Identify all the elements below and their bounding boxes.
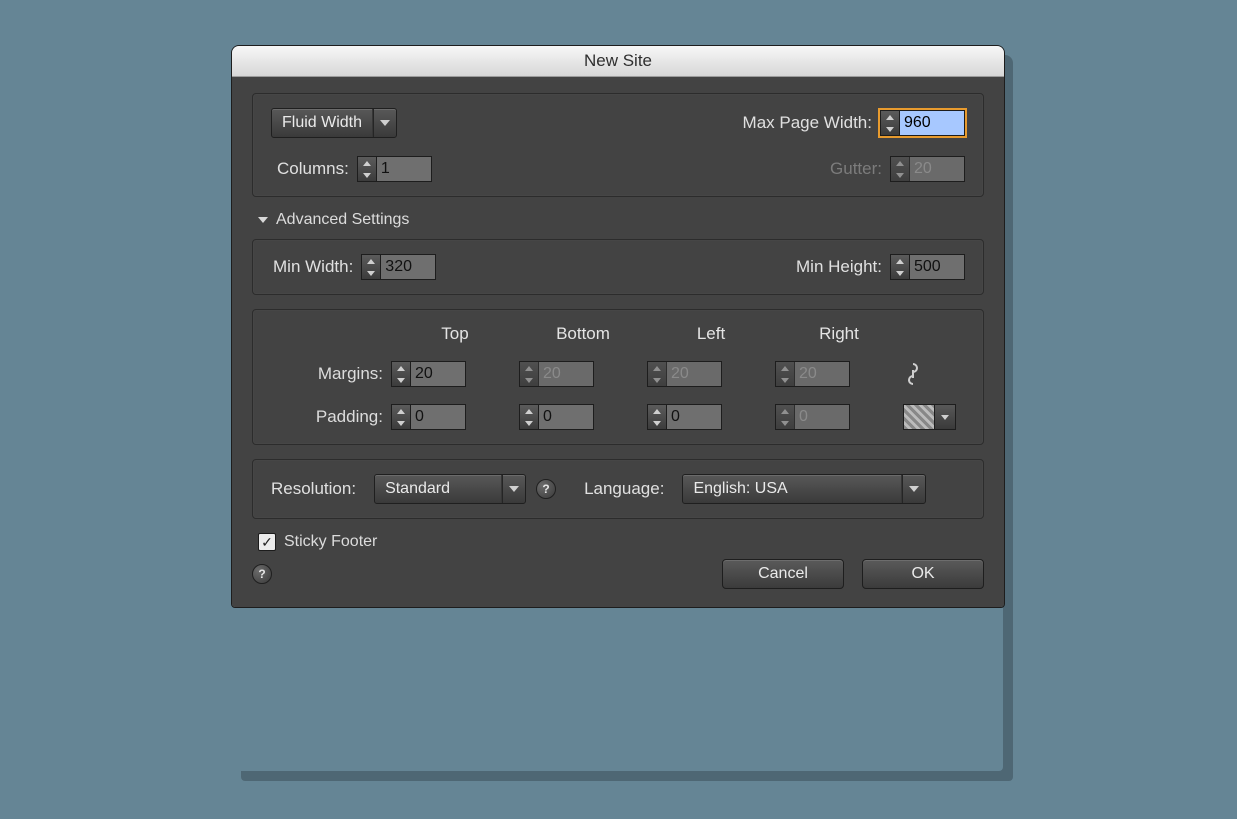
- resolution-label: Resolution:: [271, 479, 356, 499]
- cancel-button[interactable]: Cancel: [722, 559, 844, 589]
- col-top: Top: [391, 324, 519, 344]
- min-width-stepper[interactable]: 320: [361, 254, 436, 280]
- min-width-label: Min Width:: [273, 257, 353, 277]
- dialog-body: Fluid Width Max Page Width: 960 Columns:: [232, 77, 1004, 607]
- width-mode-dropdown[interactable]: Fluid Width: [271, 108, 397, 138]
- hatch-swatch-icon: [904, 405, 935, 429]
- dialog-help-icon[interactable]: ?: [252, 564, 272, 584]
- advanced-settings-toggle[interactable]: Advanced Settings: [258, 211, 984, 229]
- new-site-dialog: New Site Fluid Width Max Page Width: 960: [231, 45, 1005, 608]
- advanced-settings-label: Advanced Settings: [276, 211, 409, 229]
- stepper-arrows-icon[interactable]: [891, 255, 910, 279]
- sticky-footer-label: Sticky Footer: [284, 533, 377, 551]
- disclosure-triangle-icon: [258, 217, 268, 223]
- padding-fill-swatch[interactable]: [903, 404, 956, 430]
- margin-top-stepper[interactable]: 20: [391, 361, 466, 387]
- margins-padding-panel: Top Bottom Left Right Margins: 20 20 20 …: [252, 309, 984, 445]
- margin-bottom-stepper: 20: [519, 361, 594, 387]
- gutter-value: 20: [910, 157, 964, 181]
- dialog-title: New Site: [232, 46, 1004, 77]
- col-right: Right: [775, 324, 903, 344]
- checkbox-icon: ✓: [258, 533, 276, 551]
- stepper-arrows-icon: [891, 157, 910, 181]
- stepper-arrows-icon[interactable]: [358, 157, 377, 181]
- language-label: Language:: [584, 479, 664, 499]
- chevron-down-icon: [903, 486, 925, 492]
- padding-label: Padding:: [271, 407, 391, 427]
- col-bottom: Bottom: [519, 324, 647, 344]
- resolution-language-panel: Resolution: Standard ? Language: English…: [252, 459, 984, 519]
- layout-panel: Fluid Width Max Page Width: 960 Columns:: [252, 93, 984, 197]
- min-height-value[interactable]: 500: [910, 255, 964, 279]
- resolution-help-icon[interactable]: ?: [536, 479, 556, 499]
- stepper-arrows-icon[interactable]: [362, 255, 381, 279]
- columns-label: Columns:: [277, 159, 349, 179]
- margins-label: Margins:: [271, 364, 391, 384]
- width-mode-label: Fluid Width: [272, 114, 372, 132]
- margin-left-stepper: 20: [647, 361, 722, 387]
- chevron-down-icon: [374, 120, 396, 126]
- max-page-width-label: Max Page Width:: [743, 113, 872, 133]
- min-height-stepper[interactable]: 500: [890, 254, 965, 280]
- language-dropdown[interactable]: English: USA: [682, 474, 926, 504]
- resolution-dropdown[interactable]: Standard: [374, 474, 526, 504]
- max-page-width-value[interactable]: 960: [900, 111, 964, 135]
- columns-value[interactable]: 1: [377, 157, 431, 181]
- chevron-down-icon: [503, 486, 525, 492]
- padding-left-stepper[interactable]: 0: [647, 404, 722, 430]
- margin-right-stepper: 20: [775, 361, 850, 387]
- padding-right-stepper: 0: [775, 404, 850, 430]
- padding-top-stepper[interactable]: 0: [391, 404, 466, 430]
- gutter-label: Gutter:: [830, 159, 882, 179]
- padding-bottom-stepper[interactable]: 0: [519, 404, 594, 430]
- max-page-width-stepper[interactable]: 960: [880, 110, 965, 136]
- chevron-down-icon: [935, 405, 955, 429]
- min-dimensions-panel: Min Width: 320 Min Height: 500: [252, 239, 984, 295]
- min-width-value[interactable]: 320: [381, 255, 435, 279]
- col-left: Left: [647, 324, 775, 344]
- sticky-footer-checkbox[interactable]: ✓ Sticky Footer: [258, 533, 377, 551]
- link-values-icon[interactable]: [903, 360, 923, 388]
- margins-grid: Top Bottom Left Right Margins: 20 20 20 …: [271, 324, 965, 430]
- ok-button[interactable]: OK: [862, 559, 984, 589]
- gutter-stepper: 20: [890, 156, 965, 182]
- dialog-shadow: New Site Fluid Width Max Page Width: 960: [231, 45, 1003, 771]
- stepper-arrows-icon[interactable]: [881, 111, 900, 135]
- columns-stepper[interactable]: 1: [357, 156, 432, 182]
- min-height-label: Min Height:: [796, 257, 882, 277]
